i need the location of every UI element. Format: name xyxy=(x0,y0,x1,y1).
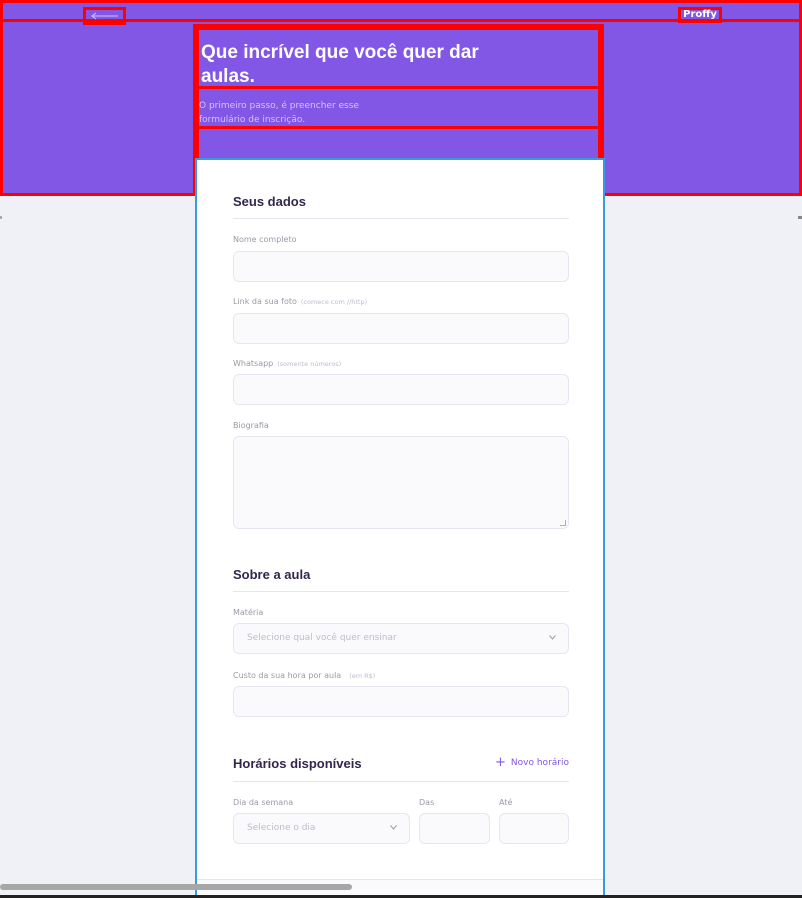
photo-hint: (comece com //http) xyxy=(300,298,368,306)
page-title: Que incrível que você quer dar aulas. xyxy=(201,42,479,87)
add-schedule-button[interactable]: + Novo horário xyxy=(495,755,569,770)
chevron-down-icon xyxy=(390,825,397,830)
from-time-input[interactable] xyxy=(419,813,490,844)
photo-label: Link da sua foto (comece com //http) xyxy=(233,297,367,306)
from-label: Das xyxy=(419,798,435,807)
form-card: Seus dados Nome completo Link da sua fot… xyxy=(195,158,605,898)
section-title-schedule: Horários disponíveis xyxy=(233,756,362,771)
arrow-left-icon xyxy=(90,12,118,20)
bio-label: Biografia xyxy=(233,421,269,430)
add-schedule-label: Novo horário xyxy=(510,758,569,768)
photo-label-text: Link da sua foto xyxy=(233,297,297,306)
divider xyxy=(233,218,569,219)
section-title-personal: Seus dados xyxy=(233,194,306,209)
divider xyxy=(233,781,569,782)
whatsapp-label: Whatsapp (somente números) xyxy=(233,359,341,368)
brand-logo: Proffy xyxy=(678,7,722,23)
subtitle-container: O primeiro passo, é preencher esse formu… xyxy=(196,86,601,129)
title-container: Que incrível que você quer dar aulas. xyxy=(196,27,601,89)
divider xyxy=(233,591,569,592)
horizontal-scrollbar[interactable] xyxy=(0,884,352,890)
subject-select-placeholder: Selecione qual você quer ensinar xyxy=(247,633,397,643)
subject-label: Matéria xyxy=(233,608,264,617)
top-bar: Proffy xyxy=(0,0,802,25)
cost-label: Custo da sua hora por aula (em R$) xyxy=(233,671,375,680)
subject-select[interactable]: Selecione qual você quer ensinar xyxy=(233,623,569,654)
scroll-indicator xyxy=(798,216,802,219)
cost-hint: (em R$) xyxy=(349,672,376,680)
plus-icon: + xyxy=(495,755,506,770)
section-title-class: Sobre a aula xyxy=(233,567,311,582)
cost-input[interactable] xyxy=(233,686,569,717)
name-label: Nome completo xyxy=(233,235,297,244)
photo-url-input[interactable] xyxy=(233,313,569,344)
back-button[interactable] xyxy=(83,7,126,25)
weekday-label: Dia da semana xyxy=(233,798,294,807)
whatsapp-input[interactable] xyxy=(233,374,569,405)
to-time-input[interactable] xyxy=(499,813,569,844)
scroll-indicator xyxy=(0,216,2,219)
name-input[interactable] xyxy=(233,251,569,282)
whatsapp-label-text: Whatsapp xyxy=(233,359,274,368)
cost-label-text: Custo da sua hora por aula xyxy=(233,671,342,680)
chevron-down-icon xyxy=(549,635,556,640)
to-label: Até xyxy=(499,798,513,807)
resize-handle[interactable] xyxy=(560,520,566,526)
page-subtitle: O primeiro passo, é preencher esse formu… xyxy=(199,101,359,125)
weekday-select-placeholder: Selecione o dia xyxy=(247,823,316,833)
whatsapp-hint: (somente números) xyxy=(277,360,342,368)
bio-textarea[interactable] xyxy=(233,436,569,529)
page: Proffy Que incrível que você quer dar au… xyxy=(0,0,802,898)
weekday-select[interactable]: Selecione o dia xyxy=(233,813,410,844)
